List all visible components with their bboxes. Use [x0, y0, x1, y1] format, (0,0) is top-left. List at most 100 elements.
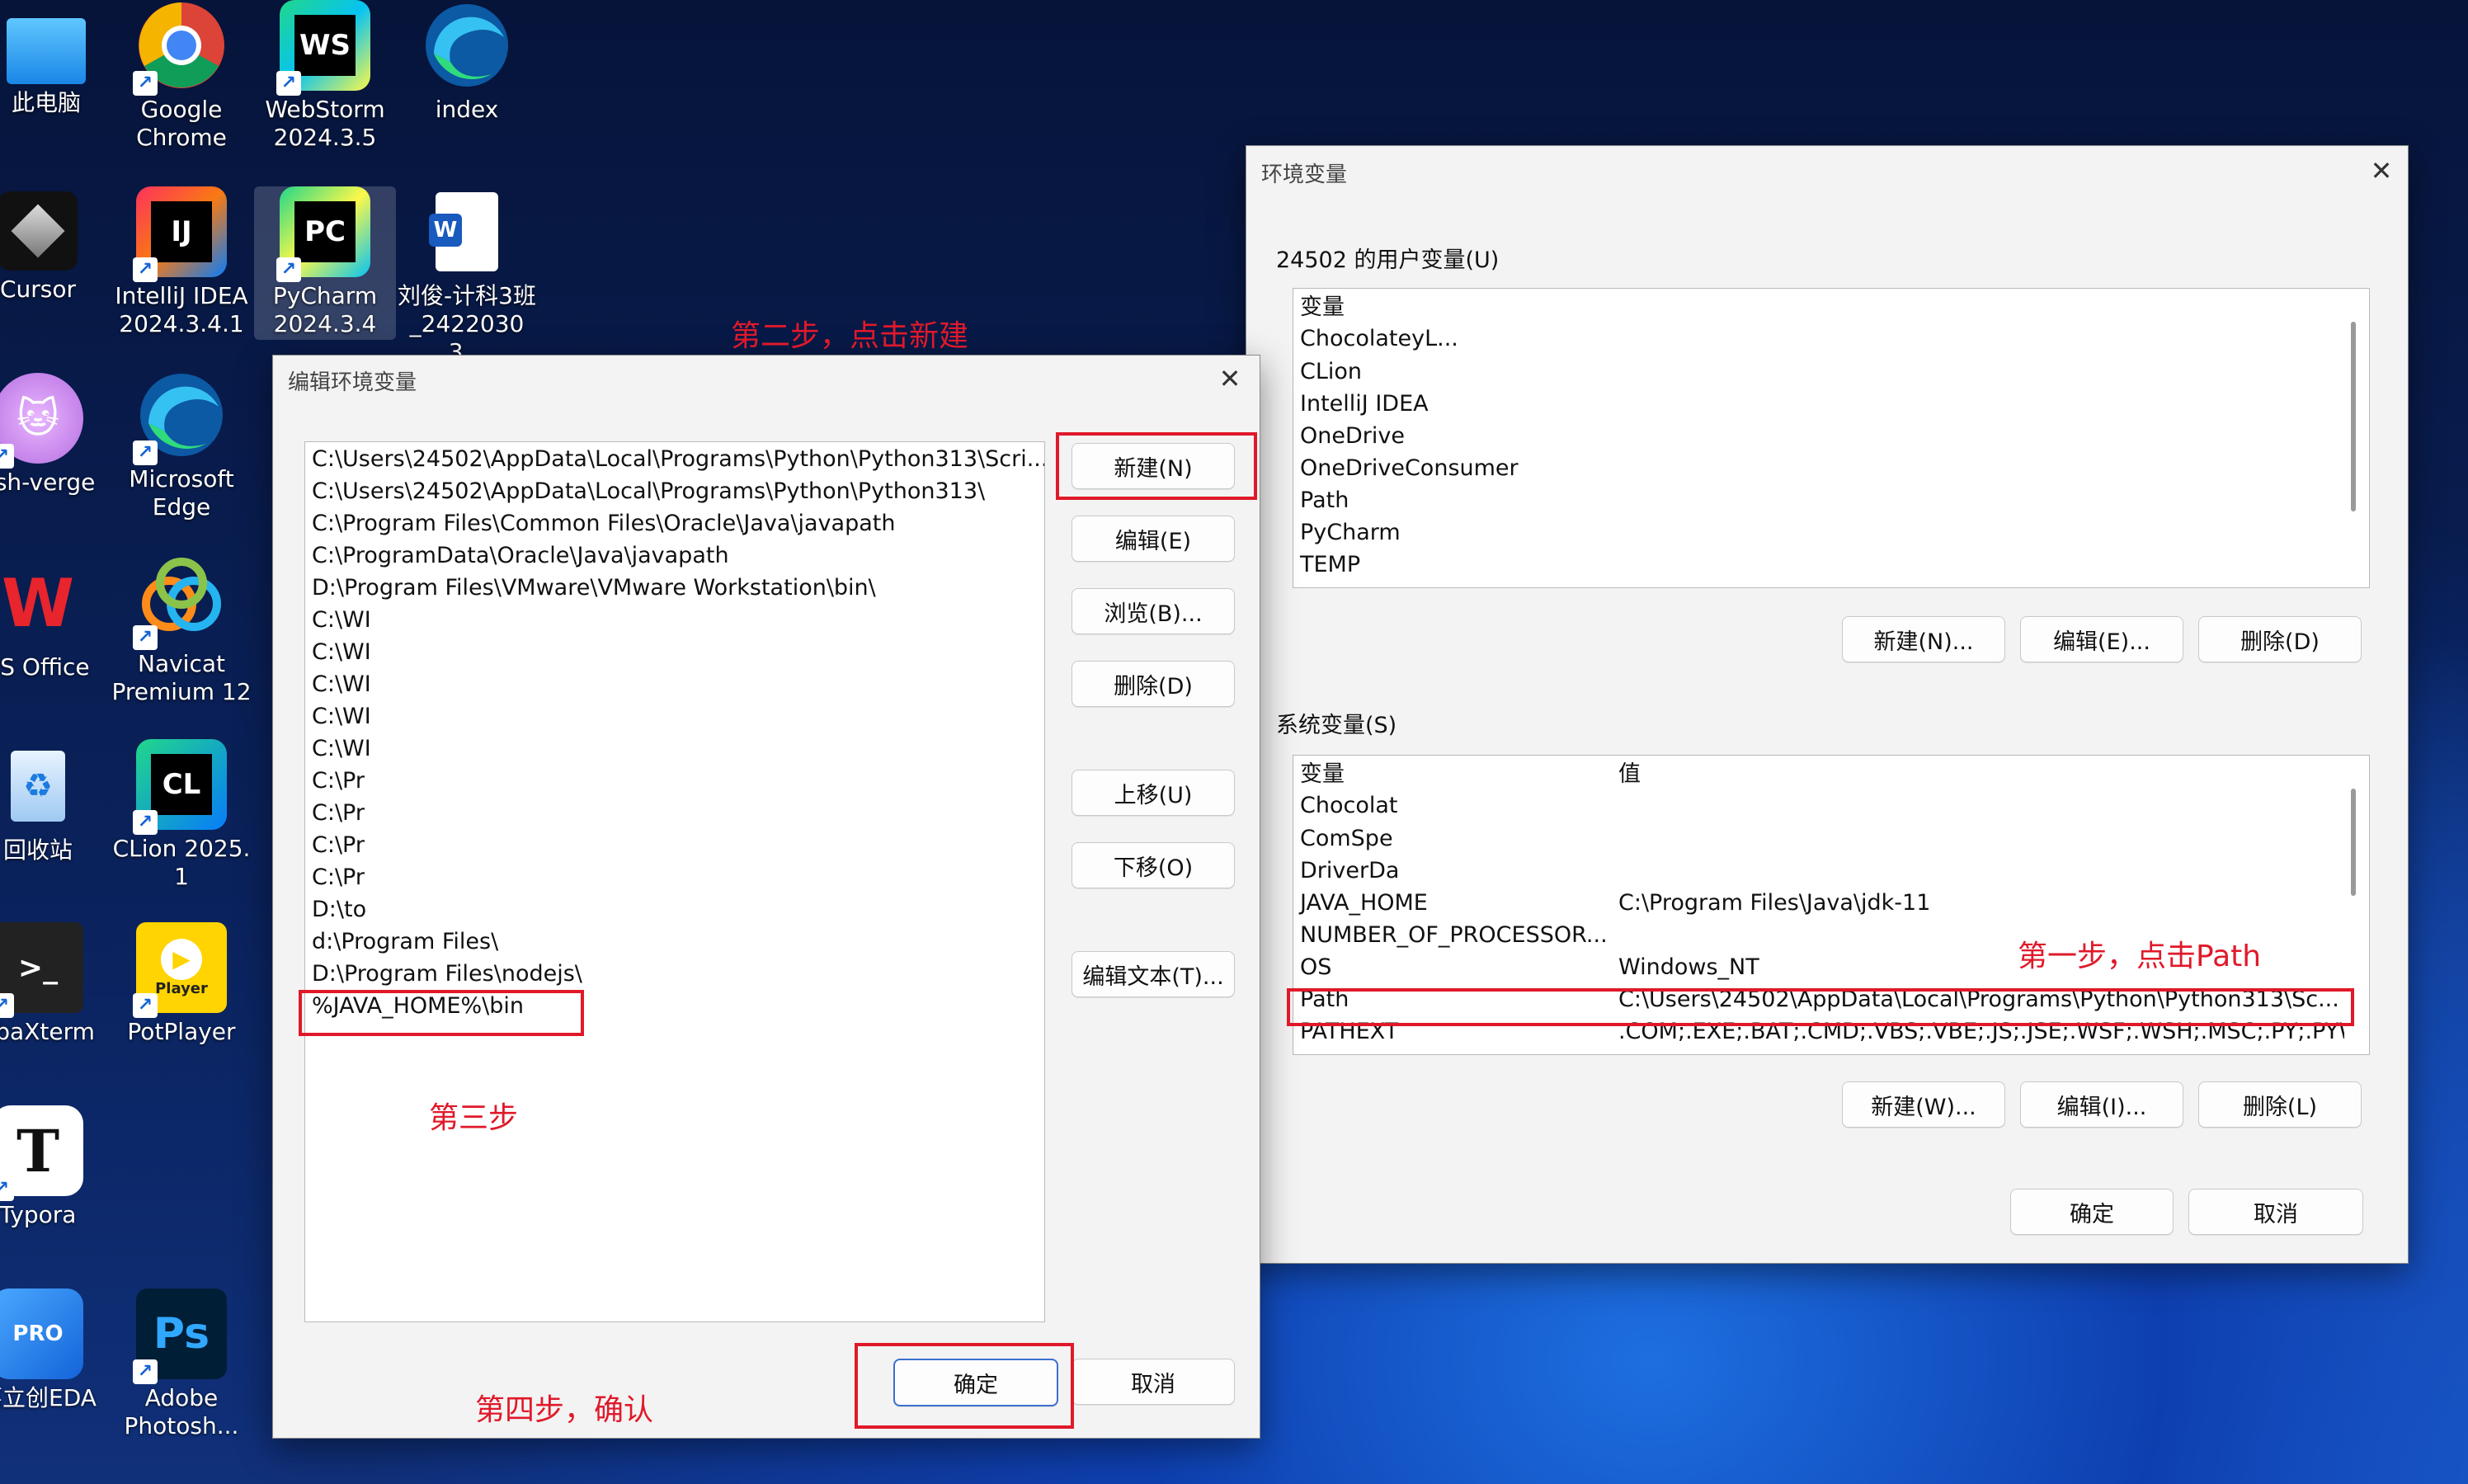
desktop-icon-recycle-bin[interactable]: ♻ 回收站: [0, 741, 109, 864]
jlc-eda-icon: PRO: [0, 1288, 83, 1379]
list-item[interactable]: C:\Users\24502\AppData\Local\Programs\Py…: [312, 476, 985, 507]
desktop-icon-label: PS Office: [0, 653, 90, 681]
desktop-icon-jlc-eda[interactable]: PRO 嘉立创EDA: [0, 1288, 109, 1412]
list-item[interactable]: C:\ProgramData\Oracle\Java\javapath: [312, 540, 729, 572]
list-item-name[interactable]: Chocolat: [1300, 790, 1397, 822]
mobaxterm-icon: >_ ↗: [0, 922, 83, 1018]
wps-mark: W: [1, 564, 75, 642]
desktop-icon-word-doc[interactable]: W 刘俊-计科3班 _24220303...: [396, 186, 538, 366]
list-item[interactable]: C:\Program Files\Common Files\Oracle\Jav…: [312, 508, 895, 539]
list-item[interactable]: IntelliJ IDEA: [1300, 389, 1429, 420]
potplayer-mark: Player: [155, 979, 208, 997]
list-item[interactable]: ChocolateyL...: [1300, 323, 1458, 355]
shortcut-arrow-icon: ↗: [0, 1176, 14, 1201]
chrome-icon: ↗: [133, 0, 227, 96]
desktop-icon-clion[interactable]: CL ↗ CLion 2025.1: [111, 739, 252, 891]
column-header-variable[interactable]: 变量: [1300, 759, 1345, 790]
annotation-step4: 第四步，确认: [475, 1393, 654, 1427]
list-item[interactable]: OneDrive: [1300, 421, 1405, 452]
desktop-icon-label: obaXterm: [0, 1018, 95, 1045]
list-item-name[interactable]: DriverDa: [1300, 855, 1399, 887]
desktop-icon-pycharm[interactable]: PC ↗ PyCharm 2024.3.4: [254, 186, 396, 340]
shortcut-arrow-icon: ↗: [133, 625, 158, 650]
desktop-icon-photoshop[interactable]: Ps ↗ Adobe Photosh...: [111, 1288, 252, 1440]
list-item[interactable]: TEMP: [1300, 549, 1360, 581]
list-item[interactable]: C:\WI: [312, 701, 371, 733]
user-variables-list[interactable]: 变量 ChocolateyL... CLion IntelliJ IDEA On…: [1293, 288, 2370, 588]
list-item[interactable]: D:\Program Files\VMware\VMware Workstati…: [312, 572, 876, 604]
desktop-icon-index[interactable]: index: [396, 0, 538, 124]
edit-environment-variable-window: 编辑环境变量 ✕ C:\Users\24502\AppData\Local\Pr…: [272, 355, 1260, 1439]
annotation-step3: 第三步: [429, 1101, 519, 1135]
list-item[interactable]: C:\WI: [312, 637, 371, 668]
list-item[interactable]: C:\Users\24502\AppData\Local\Programs\Py…: [312, 444, 1044, 475]
browse-button[interactable]: 浏览(B)...: [1072, 588, 1235, 634]
path-entries-list[interactable]: C:\Users\24502\AppData\Local\Programs\Py…: [304, 441, 1045, 1322]
move-up-button[interactable]: 上移(U): [1072, 770, 1235, 816]
env-ok-button[interactable]: 确定: [2010, 1189, 2174, 1235]
system-new-button[interactable]: 新建(W)...: [1842, 1081, 2005, 1128]
scrollbar[interactable]: [2351, 789, 2356, 896]
window-title: 环境变量: [1261, 163, 1348, 187]
list-item[interactable]: C:\Pr: [312, 766, 365, 797]
desktop-icon-this-pc[interactable]: 此电脑: [0, 7, 117, 117]
desktop-icon-wps-office[interactable]: W PS Office: [0, 558, 109, 681]
desktop-icon-label: Navicat Premium 12: [111, 650, 252, 705]
desktop-icon-typora[interactable]: T ↗ Typora: [0, 1105, 109, 1229]
move-down-button[interactable]: 下移(O): [1072, 842, 1235, 888]
desktop-icon-webstorm[interactable]: WS ↗ WebStorm 2024.3.5: [254, 0, 396, 152]
list-item[interactable]: CLion: [1300, 356, 1362, 388]
desktop-icon-mobaxterm[interactable]: >_ ↗ obaXterm: [0, 922, 109, 1046]
delete-button[interactable]: 删除(D): [1072, 661, 1235, 707]
scrollbar[interactable]: [2351, 322, 2356, 511]
desktop-icon-label: CLion 2025.1: [112, 835, 251, 890]
user-delete-button[interactable]: 删除(D): [2198, 616, 2362, 662]
list-item[interactable]: C:\Pr: [312, 798, 365, 829]
environment-variables-window: 环境变量 ✕ 24502 的用户变量(U) 变量 ChocolateyL... …: [1246, 145, 2409, 1264]
desktop-icon-clash-verge[interactable]: 🐱 ↗ ash-verge: [0, 373, 109, 497]
user-new-button[interactable]: 新建(N)...: [1842, 616, 2005, 662]
list-item[interactable]: PyCharm: [1300, 517, 1401, 549]
list-item[interactable]: OneDriveConsumer: [1300, 453, 1519, 484]
column-header-variable[interactable]: 变量: [1300, 292, 1345, 323]
system-edit-button[interactable]: 编辑(I)...: [2020, 1081, 2183, 1128]
list-item-name[interactable]: OS: [1300, 952, 1331, 983]
desktop-icon-chrome[interactable]: ↗ Google Chrome: [111, 0, 252, 152]
desktop-icon-cursor[interactable]: Cursor: [0, 191, 109, 304]
list-item-name[interactable]: ComSpe: [1300, 823, 1393, 855]
jlc-eda-mark: PRO: [12, 1321, 64, 1346]
shortcut-arrow-icon: ↗: [0, 444, 14, 469]
desktop-icon-intellij[interactable]: IJ ↗ IntelliJ IDEA 2024.3.4.1: [111, 186, 252, 338]
pycharm-icon: PC ↗: [276, 186, 370, 282]
desktop-icon-label: 回收站: [2, 836, 73, 864]
close-icon[interactable]: ✕: [2365, 154, 2398, 187]
list-item[interactable]: D:\to: [312, 894, 366, 926]
desktop-icon-label: IntelliJ IDEA 2024.3.4.1: [115, 282, 248, 337]
edit-cancel-button[interactable]: 取消: [1072, 1359, 1235, 1405]
column-header-value[interactable]: 值: [1618, 759, 1641, 790]
list-item-name[interactable]: NUMBER_OF_PROCESSOR...: [1300, 920, 1608, 951]
user-edit-button[interactable]: 编辑(E)...: [2020, 616, 2183, 662]
list-item[interactable]: Path: [1300, 485, 1349, 516]
shortcut-arrow-icon: ↗: [276, 71, 301, 96]
desktop-icon-potplayer[interactable]: ▶ Player ↗ PotPlayer: [111, 922, 252, 1046]
desktop-icon-navicat[interactable]: ↗ Navicat Premium 12: [111, 554, 252, 706]
edit-text-button[interactable]: 编辑文本(T)...: [1072, 951, 1235, 997]
list-item[interactable]: C:\WI: [312, 669, 371, 700]
close-icon[interactable]: ✕: [1213, 362, 1246, 395]
desktop-icon-edge[interactable]: ↗ Microsoft Edge: [111, 370, 252, 521]
potplayer-icon: ▶ Player ↗: [133, 922, 227, 1018]
user-variables-group-label: 24502 的用户变量(U): [1276, 247, 1500, 273]
edit-button[interactable]: 编辑(E): [1072, 516, 1235, 562]
list-item[interactable]: C:\WI: [312, 733, 371, 765]
list-item[interactable]: D:\Program Files\nodejs\: [312, 959, 582, 990]
shortcut-arrow-icon: ↗: [133, 810, 158, 835]
list-item[interactable]: d:\Program Files\: [312, 926, 498, 958]
env-cancel-button[interactable]: 取消: [2188, 1189, 2363, 1235]
recycle-bin-icon: ♻: [0, 741, 83, 832]
list-item[interactable]: C:\WI: [312, 605, 371, 636]
system-delete-button[interactable]: 删除(L): [2198, 1081, 2362, 1128]
list-item[interactable]: C:\Pr: [312, 862, 365, 893]
list-item[interactable]: C:\Pr: [312, 830, 365, 861]
list-item-name[interactable]: JAVA_HOME: [1300, 888, 1428, 919]
